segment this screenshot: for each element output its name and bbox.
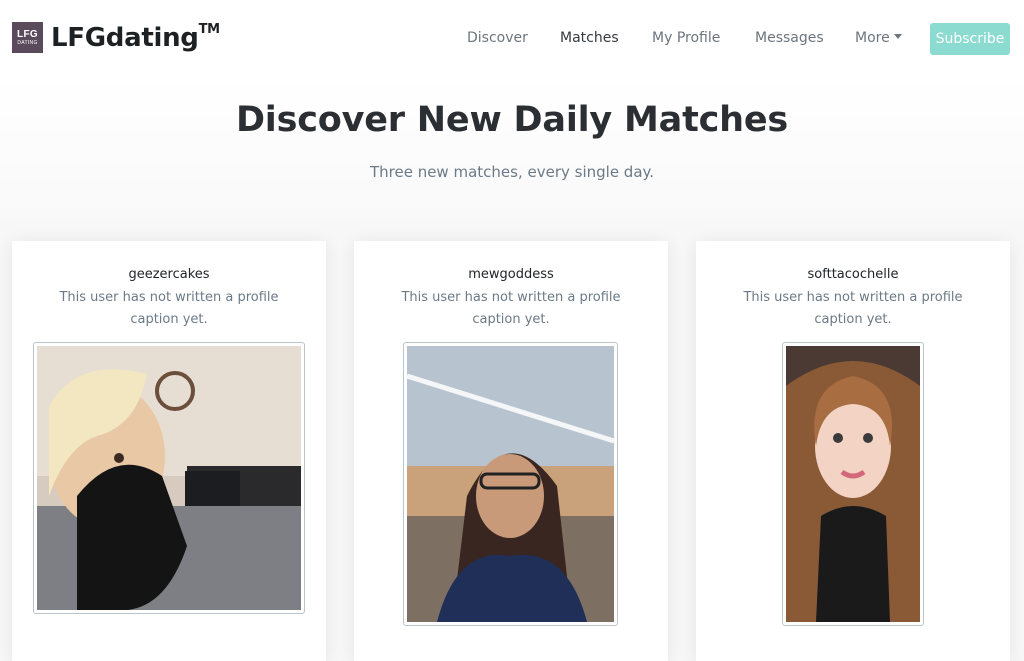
match-card: mewgoddess This user has not written a p…: [354, 241, 668, 661]
page-title: Discover New Daily Matches: [235, 100, 789, 140]
brand-logo: LFG DATING: [12, 22, 43, 53]
match-card: softtacochelle This user has not written…: [696, 241, 1010, 661]
brand-name-text: LFGdating: [51, 22, 199, 53]
match-username[interactable]: geezercakes: [12, 267, 326, 282]
nav-my-profile[interactable]: My Profile: [652, 30, 720, 46]
nav-messages[interactable]: Messages: [755, 30, 824, 46]
brand-name: LFGdatingTM: [51, 21, 221, 53]
nav-more-label: More: [855, 30, 890, 46]
trademark-mark: TM: [198, 21, 221, 37]
match-username[interactable]: mewgoddess: [354, 267, 668, 282]
nav-matches[interactable]: Matches: [560, 30, 619, 46]
nav-more-dropdown[interactable]: More: [855, 30, 902, 46]
subscribe-button[interactable]: Subscribe: [930, 23, 1010, 55]
match-photo[interactable]: [33, 342, 305, 614]
logo-text-sub: DATING: [17, 39, 38, 46]
profile-photo-image: [37, 346, 301, 610]
match-caption: This user has not written a profile capt…: [59, 290, 279, 327]
match-photo[interactable]: [782, 342, 924, 626]
match-photo[interactable]: [403, 342, 618, 626]
match-caption: This user has not written a profile capt…: [401, 290, 621, 327]
match-caption: This user has not written a profile capt…: [743, 290, 963, 327]
hero-section: Discover New Daily Matches Three new mat…: [0, 78, 1024, 218]
logo-text-main: LFG: [17, 28, 38, 40]
profile-photo-image: [786, 346, 920, 622]
caret-down-icon: [893, 33, 902, 39]
page-subtitle: Three new matches, every single day.: [369, 163, 655, 181]
match-username[interactable]: softtacochelle: [696, 267, 1010, 282]
navbar: LFG DATING LFGdatingTM Discover Matches …: [0, 0, 1024, 78]
profile-photo-image: [407, 346, 614, 622]
brand-link[interactable]: LFG DATING LFGdatingTM: [12, 22, 220, 53]
nav-discover[interactable]: Discover: [467, 30, 528, 46]
match-card: geezercakes This user has not written a …: [12, 241, 326, 661]
